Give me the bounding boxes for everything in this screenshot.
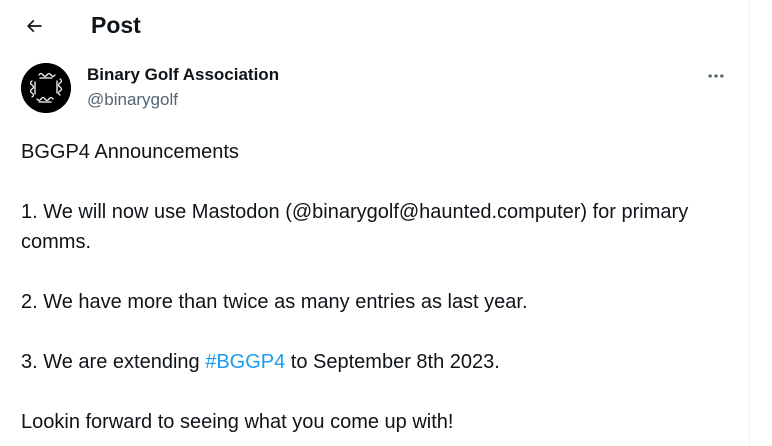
post-text: BGGP4 Announcements 1. We will now use M… [21, 137, 721, 437]
page-title: Post [91, 12, 141, 38]
back-button[interactable] [16, 8, 52, 44]
hashtag-link[interactable]: #BGGP4 [205, 351, 285, 373]
post-line-3-end: to September 8th 2023. [285, 351, 500, 373]
post-line-3-start: 3. We are extending [21, 351, 206, 373]
page-header: Post [0, 0, 749, 52]
post-line-title: BGGP4 Announcements [21, 141, 239, 163]
post-page: Post Binary Golf Association @binarygolf… [0, 0, 750, 446]
post-line-2: 2. We have more than twice as many entri… [21, 291, 528, 313]
avatar[interactable] [21, 63, 71, 113]
more-horizontal-icon [708, 74, 724, 78]
author-handle[interactable]: @binarygolf [87, 90, 178, 110]
post-line-closing: Lookin forward to seeing what you come u… [21, 411, 454, 433]
more-button[interactable] [700, 60, 732, 92]
bggp-logo-icon [21, 63, 71, 113]
arrow-left-icon [26, 19, 42, 33]
author-name[interactable]: Binary Golf Association [87, 65, 279, 85]
post-line-1: 1. We will now use Mastodon (@binarygolf… [21, 201, 689, 253]
post-line-3: 3. We are extending #BGGP4 to September … [21, 347, 721, 377]
